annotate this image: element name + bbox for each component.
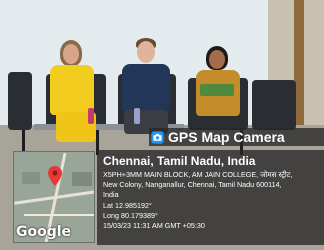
water-bottle (88, 108, 94, 124)
location-info-panel: Chennai, Tamil Nadu, India X5PH+3MM MAIN… (97, 150, 324, 245)
longitude: Long 80.179389° (103, 210, 158, 220)
water-bottle (134, 108, 140, 124)
google-logo: Google (16, 224, 72, 240)
address-line-3: India (103, 190, 119, 200)
location-city: Chennai, Tamil Nadu, India (103, 154, 256, 168)
chair (8, 72, 32, 130)
chair (252, 80, 296, 130)
timestamp: 15/03/23 11:31 AM GMT +05:30 (103, 221, 205, 231)
camera-icon (151, 130, 164, 144)
address-line-1: X5PH+3MM MAIN BLOCK, AM JAIN COLLEGE, जो… (103, 170, 293, 179)
gps-map-camera-badge: GPS Map Camera (149, 128, 324, 146)
map-pin-icon (48, 166, 62, 186)
address-line-2: New Colony, Nanganallur, Chennai, Tamil … (103, 180, 282, 190)
badge-title: GPS Map Camera (168, 129, 285, 145)
latitude: Lat 12.985192° (103, 200, 152, 210)
map-thumbnail: Google (13, 151, 95, 243)
